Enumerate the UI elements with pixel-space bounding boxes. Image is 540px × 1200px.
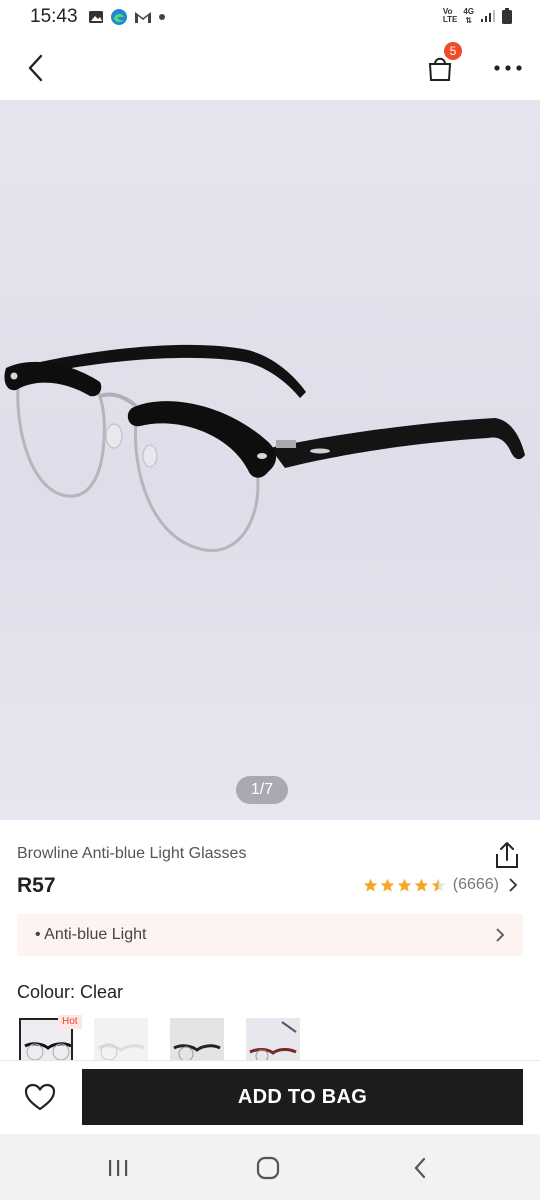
wishlist-button[interactable] (18, 1075, 62, 1119)
home-icon (256, 1156, 280, 1180)
back-button[interactable] (16, 48, 56, 88)
chevron-right-icon (496, 928, 505, 942)
back-nav-button[interactable] (390, 1148, 450, 1188)
feature-text: • Anti-blue Light (35, 926, 147, 943)
star-icon (380, 878, 394, 891)
feature-highlight-row[interactable]: • Anti-blue Light (17, 914, 523, 956)
chevron-left-icon (28, 54, 43, 82)
product-price: R57 (17, 874, 56, 897)
battery-icon (502, 8, 512, 24)
bottom-action-bar: ADD TO BAG (0, 1060, 540, 1135)
gmail-icon (135, 12, 151, 23)
data-arrows: ⇅ (465, 16, 473, 25)
star-icon (397, 878, 411, 891)
image-counter: 1/7 (236, 776, 288, 804)
heart-icon (24, 1083, 56, 1111)
glasses-thumbnail (170, 1018, 224, 1062)
dot-icon (159, 14, 165, 20)
rating-count: (6666) (452, 876, 499, 893)
more-options-button[interactable] (488, 48, 528, 88)
home-button[interactable] (238, 1148, 298, 1188)
back-icon (414, 1157, 426, 1179)
recents-icon (109, 1160, 128, 1176)
edge-browser-icon (111, 9, 127, 25)
share-button[interactable] (490, 838, 524, 872)
add-to-bag-button[interactable]: ADD TO BAG (82, 1069, 523, 1125)
glasses-thumbnail (246, 1018, 300, 1062)
recents-button[interactable] (88, 1148, 148, 1188)
status-bar: 15:43 Vo LTE 4G ⇅ (0, 0, 540, 34)
colour-label: Colour: Clear (17, 982, 124, 1002)
product-title: Browline Anti-blue Light Glasses (17, 845, 247, 862)
glasses-thumbnail (94, 1018, 148, 1062)
top-navigation: 5 (0, 34, 540, 100)
rating-summary[interactable]: (6666) (363, 876, 518, 894)
network-type-label: 4G (463, 7, 474, 16)
signal-icon (481, 10, 495, 22)
colour-swatch-red-tortoise[interactable] (246, 1018, 300, 1062)
half-star-icon (431, 878, 445, 891)
status-system-icons: Vo LTE 4G ⇅ (443, 7, 512, 25)
status-notification-icons (88, 8, 166, 26)
volte-label-bottom: LTE (442, 15, 458, 24)
colour-swatch-black-silver[interactable] (170, 1018, 224, 1062)
more-dots-icon (494, 65, 522, 71)
glasses-image (4, 344, 525, 552)
system-navigation-bar (0, 1134, 540, 1200)
share-icon (496, 842, 518, 868)
star-icon (414, 878, 428, 891)
hot-badge: Hot (58, 1015, 82, 1029)
star-icon (363, 878, 377, 891)
rating-stars (363, 878, 446, 893)
status-time: 15:43 (30, 6, 78, 27)
colour-swatch-transparent[interactable] (94, 1018, 148, 1062)
4g-icon: 4G ⇅ (463, 7, 474, 25)
product-image-gallery[interactable]: 1/7 (0, 100, 540, 820)
bag-count-badge: 5 (444, 42, 462, 60)
volte-icon: Vo LTE (443, 8, 458, 24)
chevron-right-icon (509, 878, 518, 892)
gallery-icon (89, 11, 103, 23)
